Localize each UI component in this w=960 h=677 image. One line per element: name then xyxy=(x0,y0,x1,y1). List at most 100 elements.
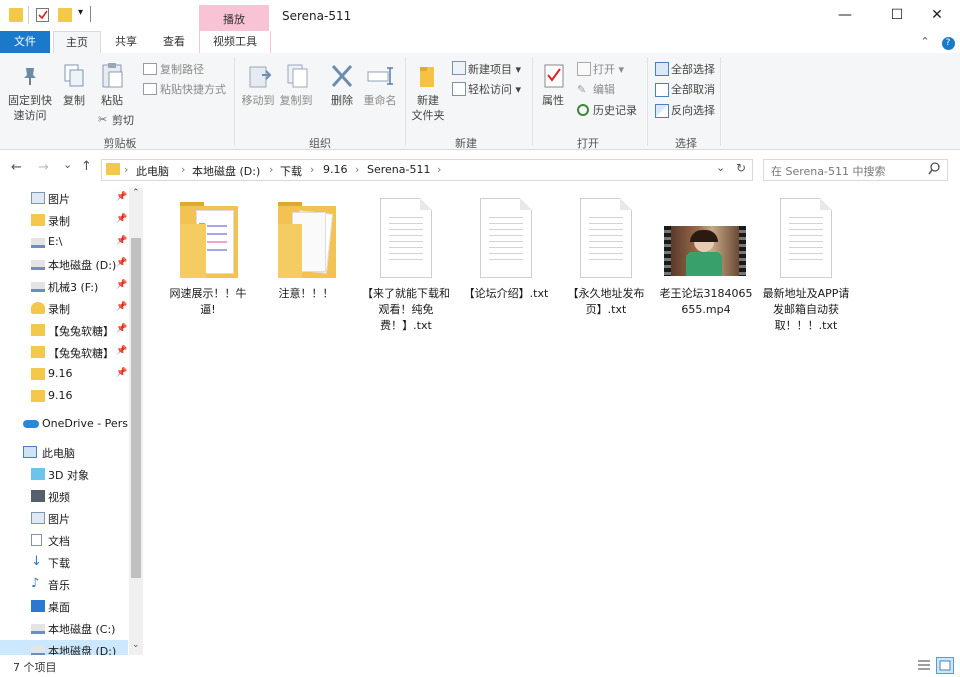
file-item-txt-download[interactable]: 【来了就能下载和观看！纯免费！】.txt xyxy=(362,196,450,336)
nav-item-drive-c[interactable]: 本地磁盘 (C:) xyxy=(0,618,128,640)
nav-item-recordings-user[interactable]: 录制 📌 xyxy=(0,298,128,320)
breadcrumb-separator[interactable]: › xyxy=(181,163,185,176)
nav-item-onedrive[interactable]: OneDrive - Personal xyxy=(0,414,128,436)
nav-item-documents[interactable]: 文档 xyxy=(0,530,128,552)
nav-item-9-16-pinned[interactable]: 9.16 📌 xyxy=(0,364,128,386)
easy-access-icon[interactable] xyxy=(452,82,466,96)
copy-to-button[interactable]: 复制到 xyxy=(278,93,314,108)
details-view-icon[interactable] xyxy=(917,659,931,672)
paste-icon[interactable] xyxy=(100,61,124,92)
breadcrumb-separator[interactable]: › xyxy=(124,163,128,176)
breadcrumb-separator[interactable]: › xyxy=(355,163,359,176)
refresh-icon[interactable]: ↻ xyxy=(736,161,746,175)
select-none-button[interactable]: 全部取消 xyxy=(671,81,715,97)
file-item-folder-preview[interactable]: 网速展示！！牛逼! xyxy=(164,196,252,326)
nav-item-music[interactable]: ♪ 音乐 xyxy=(0,574,128,596)
copy-to-icon[interactable] xyxy=(286,63,310,92)
tab-home[interactable]: 主页 xyxy=(53,31,101,54)
properties-icon[interactable] xyxy=(543,63,565,92)
search-box[interactable]: 在 Serena-511 中搜索 xyxy=(763,159,948,181)
select-none-icon[interactable] xyxy=(655,83,669,97)
file-item-video[interactable]: 老王论坛3184065655.mp4 xyxy=(660,196,753,336)
move-to-icon[interactable] xyxy=(248,63,272,92)
nav-item-drive-f[interactable]: 机械3 (F:) 📌 xyxy=(0,276,128,298)
tab-view[interactable]: 查看 xyxy=(152,31,196,53)
tab-video-tools[interactable]: 视频工具 xyxy=(199,31,271,53)
history-icon[interactable] xyxy=(577,104,589,116)
nav-item-this-pc[interactable]: 此电脑 xyxy=(0,442,128,464)
properties-button[interactable]: 属性 xyxy=(536,93,570,108)
nav-item-downloads[interactable]: ↓ 下载 xyxy=(0,552,128,574)
paste-shortcut-button[interactable]: 粘贴快捷方式 xyxy=(160,81,226,97)
copy-path-icon[interactable] xyxy=(143,63,157,75)
rename-button[interactable]: 重命名 xyxy=(360,93,400,108)
rename-icon[interactable] xyxy=(366,65,394,90)
close-button[interactable]: ✕ xyxy=(914,0,960,31)
breadcrumb-this-pc[interactable]: 此电脑 xyxy=(136,163,169,179)
cut-icon[interactable]: ✂ xyxy=(98,113,107,126)
nav-item-tutu-2[interactable]: 【兔兔软糖】 📌 xyxy=(0,342,128,364)
scrollbar-thumb[interactable] xyxy=(131,238,141,578)
search-input[interactable]: 在 Serena-511 中搜索 xyxy=(771,163,885,179)
move-to-button[interactable]: 移动到 xyxy=(240,93,276,108)
scroll-down-icon[interactable]: ⌄ xyxy=(132,640,140,650)
select-all-button[interactable]: 全部选择 xyxy=(671,61,715,77)
back-button[interactable]: ← xyxy=(11,160,22,175)
copy-path-button[interactable]: 复制路径 xyxy=(160,61,204,77)
breadcrumb-separator[interactable]: › xyxy=(437,163,441,176)
new-folder-icon[interactable] xyxy=(58,8,72,22)
nav-item-tutu-1[interactable]: 【兔兔软糖】 📌 xyxy=(0,320,128,342)
nav-item-drive-d[interactable]: 本地磁盘 (D:) 📌 xyxy=(0,254,128,276)
nav-item-desktop[interactable]: 桌面 xyxy=(0,596,128,618)
properties-icon[interactable] xyxy=(36,8,49,22)
breadcrumb-separator[interactable]: › xyxy=(269,163,273,176)
nav-item-9-16[interactable]: 9.16 xyxy=(0,386,128,408)
file-item-folder-notice[interactable]: 注意！！！ xyxy=(262,196,350,326)
breadcrumb-drive-d[interactable]: 本地磁盘 (D:) xyxy=(192,163,260,179)
tab-share[interactable]: 共享 xyxy=(104,31,148,53)
copy-button[interactable]: 复制 xyxy=(58,93,90,108)
edit-icon[interactable]: ✎ xyxy=(577,83,586,96)
scroll-up-icon[interactable]: ⌃ xyxy=(132,188,140,198)
nav-item-videos[interactable]: 视频 xyxy=(0,486,128,508)
history-button[interactable]: 历史记录 xyxy=(593,102,637,118)
large-icons-view-icon[interactable] xyxy=(936,657,954,674)
open-icon[interactable] xyxy=(577,62,591,76)
nav-scrollbar[interactable]: ⌃ ⌄ xyxy=(129,188,143,655)
up-button[interactable]: ↑ xyxy=(81,159,92,174)
address-bar[interactable]: › 此电脑 › 本地磁盘 (D:) › 下载 › 9.16 › Serena-5… xyxy=(101,159,753,181)
select-all-icon[interactable] xyxy=(655,62,669,76)
search-icon[interactable] xyxy=(928,162,941,178)
help-icon[interactable]: ? xyxy=(941,37,955,50)
nav-item-pictures[interactable]: 图片 📌 xyxy=(0,188,128,210)
breadcrumb-9-16[interactable]: 9.16 xyxy=(323,163,348,176)
nav-item-pictures-pc[interactable]: 图片 xyxy=(0,508,128,530)
new-item-button[interactable]: 新建项目 ▾ xyxy=(468,61,521,77)
pin-quick-access-button[interactable]: 固定到快 速访问 xyxy=(2,93,58,123)
breadcrumb-separator[interactable]: › xyxy=(310,163,314,176)
file-item-txt-latest-address[interactable]: 最新地址及APP请发邮箱自动获取！！！.txt xyxy=(762,196,850,336)
paste-button[interactable]: 粘贴 xyxy=(96,93,128,108)
new-folder-icon[interactable] xyxy=(417,63,439,92)
nav-item-3d-objects[interactable]: 3D 对象 xyxy=(0,464,128,486)
paste-shortcut-icon[interactable] xyxy=(143,83,157,95)
easy-access-button[interactable]: 轻松访问 ▾ xyxy=(468,81,521,97)
nav-item-drive-e[interactable]: E:\ 📌 xyxy=(0,232,128,254)
address-dropdown-icon[interactable]: ⌄ xyxy=(716,161,725,174)
recent-locations-button[interactable]: ⌄ xyxy=(63,158,72,171)
new-item-icon[interactable] xyxy=(452,61,466,75)
file-item-txt-permanent-address[interactable]: 【永久地址发布页】.txt xyxy=(562,196,650,320)
breadcrumb-serena-511[interactable]: Serena-511 xyxy=(367,163,430,176)
minimize-button[interactable]: — xyxy=(822,0,868,31)
invert-selection-button[interactable]: 反向选择 xyxy=(671,102,715,118)
cut-button[interactable]: 剪切 xyxy=(112,112,134,128)
forward-button[interactable]: → xyxy=(38,160,49,175)
file-item-txt-forum-intro[interactable]: 【论坛介绍】.txt xyxy=(462,196,550,306)
nav-item-recordings[interactable]: 录制 📌 xyxy=(0,210,128,232)
new-folder-button[interactable]: 新建 文件夹 xyxy=(408,93,448,123)
edit-button[interactable]: 编辑 xyxy=(593,81,615,97)
customize-quick-access-icon[interactable]: ▾ xyxy=(78,7,83,18)
tab-file[interactable]: 文件 xyxy=(0,31,50,53)
copy-icon[interactable] xyxy=(63,63,85,92)
breadcrumb-downloads[interactable]: 下载 xyxy=(280,163,302,179)
